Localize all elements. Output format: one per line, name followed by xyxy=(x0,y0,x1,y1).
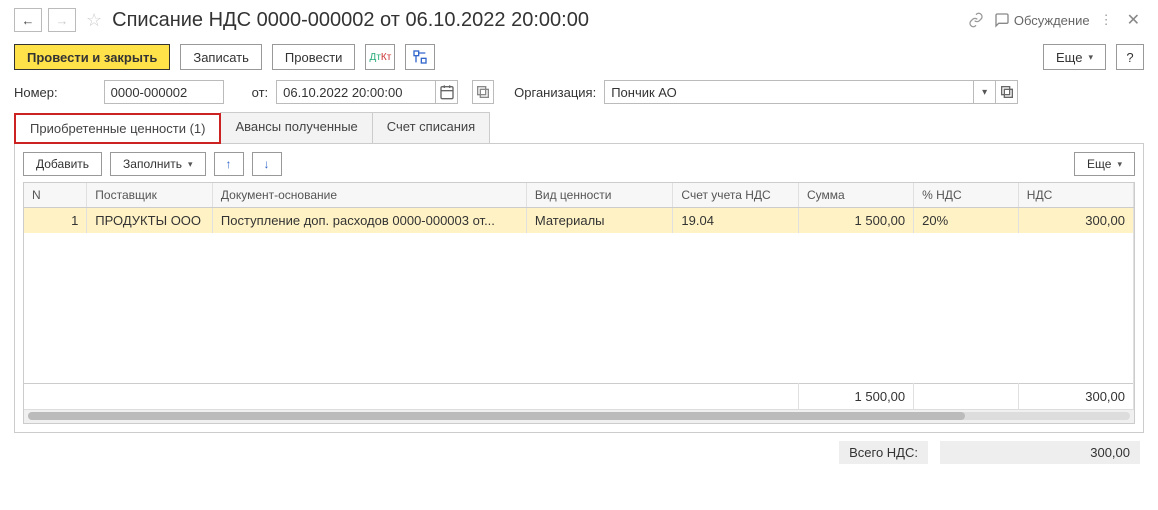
cell-type[interactable]: Материалы xyxy=(526,208,673,234)
nav-forward-button[interactable]: → xyxy=(48,8,76,32)
move-down-button[interactable]: ↓ xyxy=(252,152,282,176)
nav-back-button[interactable]: ← xyxy=(14,8,42,32)
dt-kt-button[interactable]: ДтКт xyxy=(365,44,395,70)
page-title: Списание НДС 0000-000002 от 06.10.2022 2… xyxy=(112,9,958,32)
from-label: от: xyxy=(252,85,269,100)
add-row-button[interactable]: Добавить xyxy=(23,152,102,176)
col-supplier[interactable]: Поставщик xyxy=(87,183,213,208)
tab-write-off-account[interactable]: Счет списания xyxy=(372,112,490,143)
link-combo-icon[interactable] xyxy=(472,80,494,104)
col-type[interactable]: Вид ценности xyxy=(526,183,673,208)
org-label: Организация: xyxy=(514,85,596,100)
favorite-star-icon[interactable]: ☆ xyxy=(86,10,102,31)
help-button[interactable]: ? xyxy=(1116,44,1144,70)
tab-acquired-values[interactable]: Приобретенные ценности (1) xyxy=(14,113,221,144)
move-up-button[interactable]: ↑ xyxy=(214,152,244,176)
total-nds: 300,00 xyxy=(1018,383,1133,409)
write-button[interactable]: Записать xyxy=(180,44,262,70)
table-row[interactable]: 1 ПРОДУКТЫ ООО Поступление доп. расходов… xyxy=(24,208,1134,234)
col-doc[interactable]: Документ-основание xyxy=(212,183,526,208)
org-open-icon[interactable] xyxy=(996,80,1018,104)
col-acct[interactable]: Счет учета НДС xyxy=(673,183,799,208)
discuss-button[interactable]: Обсуждение xyxy=(994,12,1090,28)
org-dropdown-icon[interactable]: ▾ xyxy=(974,80,996,104)
cell-acct[interactable]: 19.04 xyxy=(673,208,799,234)
footer-total-label: Всего НДС: xyxy=(839,441,928,464)
cell-nds[interactable]: 300,00 xyxy=(1018,208,1133,234)
cell-doc[interactable]: Поступление доп. расходов 0000-000003 от… xyxy=(212,208,526,234)
close-icon[interactable]: ✕ xyxy=(1123,10,1144,30)
link-icon[interactable] xyxy=(964,12,988,28)
grid-empty-space[interactable] xyxy=(24,233,1134,383)
col-pct[interactable]: % НДС xyxy=(914,183,1019,208)
total-sum: 1 500,00 xyxy=(799,383,914,409)
horizontal-scrollbar[interactable] xyxy=(24,409,1134,423)
cell-pct[interactable]: 20% xyxy=(914,208,1019,234)
more-button[interactable]: Еще xyxy=(1043,44,1106,70)
table-header-row: N Поставщик Документ-основание Вид ценно… xyxy=(24,183,1134,208)
cell-n[interactable]: 1 xyxy=(24,208,87,234)
totals-row: 1 500,00 300,00 xyxy=(24,383,1134,409)
calendar-icon[interactable] xyxy=(436,80,458,104)
fill-button[interactable]: Заполнить xyxy=(110,152,205,176)
post-and-close-button[interactable]: Провести и закрыть xyxy=(14,44,170,70)
org-field[interactable]: Пончик АО xyxy=(604,80,974,104)
col-nds[interactable]: НДС xyxy=(1018,183,1133,208)
post-button[interactable]: Провести xyxy=(272,44,356,70)
discuss-label: Обсуждение xyxy=(1014,13,1090,28)
col-n[interactable]: N xyxy=(24,183,87,208)
structure-button[interactable] xyxy=(405,44,435,70)
col-sum[interactable]: Сумма xyxy=(799,183,914,208)
table-more-button[interactable]: Еще xyxy=(1074,152,1135,176)
cell-supplier[interactable]: ПРОДУКТЫ ООО xyxy=(87,208,213,234)
number-label: Номер: xyxy=(14,85,58,100)
number-field[interactable]: 0000-000002 xyxy=(104,80,224,104)
tab-advances[interactable]: Авансы полученные xyxy=(220,112,372,143)
cell-sum[interactable]: 1 500,00 xyxy=(799,208,914,234)
footer-total-value: 300,00 xyxy=(940,441,1140,464)
date-field[interactable]: 06.10.2022 20:00:00 xyxy=(276,80,436,104)
kebab-menu-icon[interactable]: ⋮ xyxy=(1096,12,1117,28)
